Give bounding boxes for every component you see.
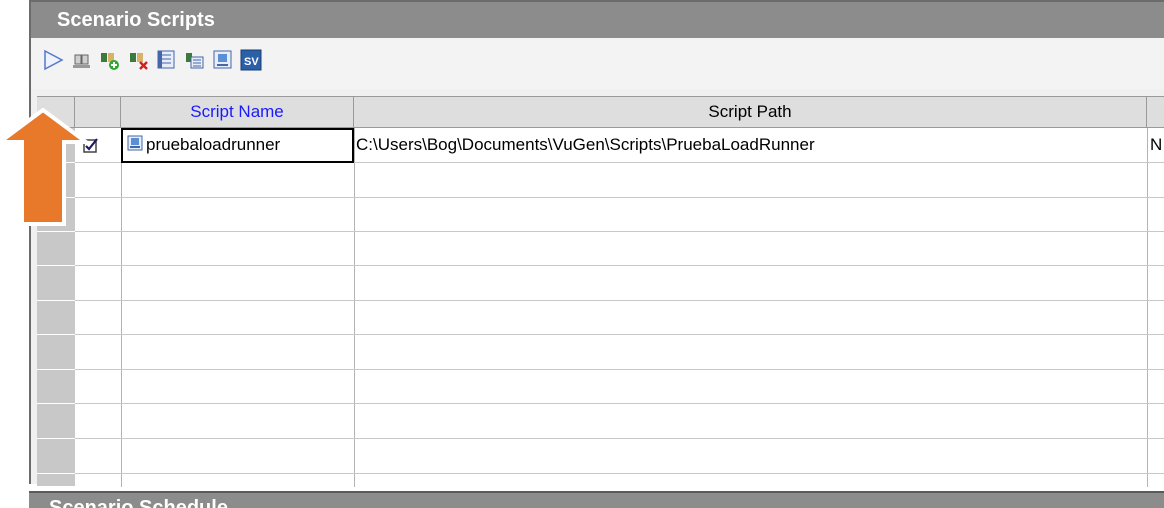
- sv-icon[interactable]: SV: [239, 48, 263, 72]
- row-header[interactable]: [37, 439, 75, 474]
- grid-line: [1147, 128, 1148, 487]
- arrow-up-icon: [0, 107, 93, 231]
- column-header-script-name[interactable]: Script Name: [121, 97, 354, 128]
- row-header[interactable]: [37, 370, 75, 404]
- script-path-cell[interactable]: C:\Users\Bog\Documents\VuGen\Scripts\Pru…: [356, 130, 815, 160]
- row-header[interactable]: [37, 266, 75, 301]
- toolbar: SV: [31, 38, 1164, 89]
- grid-line: [75, 334, 1164, 335]
- script-view-icon[interactable]: [183, 48, 207, 72]
- grid-line: [354, 128, 355, 487]
- add-script-icon[interactable]: [98, 48, 122, 72]
- script-details-icon[interactable]: [155, 48, 179, 72]
- play-icon[interactable]: [41, 48, 65, 72]
- runtime-settings-icon[interactable]: [211, 48, 235, 72]
- grid-line: [75, 231, 1164, 232]
- svg-text:SV: SV: [244, 56, 259, 68]
- row-header[interactable]: [37, 335, 75, 370]
- row-header[interactable]: [37, 301, 75, 335]
- grid-line: [75, 369, 1164, 370]
- row-header[interactable]: [37, 232, 75, 266]
- grid-line: [75, 473, 1164, 474]
- scenario-schedule-panel: Scenario Schedule: [29, 491, 1164, 508]
- row-header[interactable]: [37, 474, 75, 487]
- grid-line: [121, 128, 122, 487]
- scenario-scripts-panel: Scenario Scripts SV Script Name Script P…: [29, 0, 1164, 487]
- extra-cell[interactable]: N: [1150, 130, 1162, 160]
- script-icon: [127, 135, 143, 151]
- grid-line: [75, 403, 1164, 404]
- scripts-table: Script Name Script Path pruebaloadrunner…: [37, 96, 1164, 487]
- grid-line: [75, 197, 1164, 198]
- users-icon[interactable]: [70, 48, 94, 72]
- row-header[interactable]: [37, 404, 75, 439]
- column-header-extra[interactable]: [1147, 97, 1164, 128]
- grid-line: [75, 300, 1164, 301]
- grid-line: [75, 265, 1164, 266]
- panel-title: Scenario Scripts: [31, 2, 1164, 38]
- remove-script-icon[interactable]: [127, 48, 151, 72]
- column-header-script-path[interactable]: Script Path: [354, 97, 1147, 128]
- script-name-cell[interactable]: pruebaloadrunner: [146, 130, 280, 160]
- grid-line: [75, 438, 1164, 439]
